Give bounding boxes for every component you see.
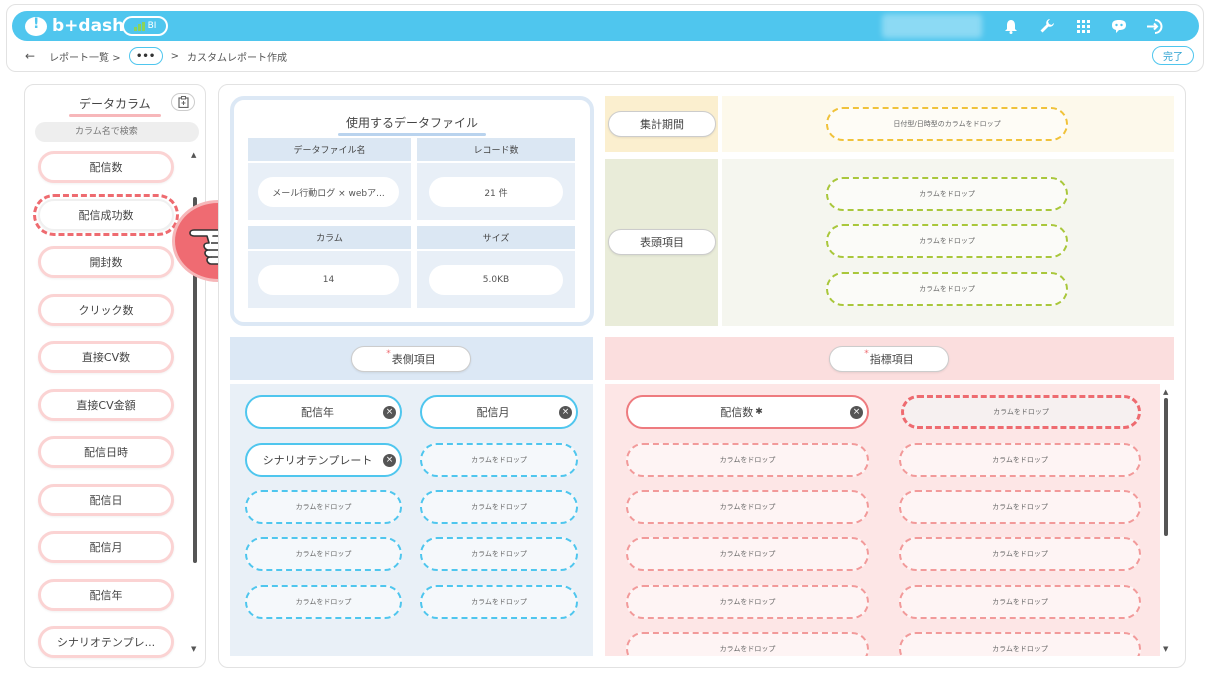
data-file-title-wrap: 使用するデータファイル: [234, 114, 590, 131]
breadcrumb-current: カスタムレポート作成: [187, 52, 288, 64]
gear-icon[interactable]: ✱: [755, 407, 763, 417]
column-count-header: カラム: [248, 226, 411, 249]
remove-icon[interactable]: ×: [383, 406, 396, 419]
logo-text: b+dash: [52, 16, 125, 36]
metric-chip[interactable]: 配信数 ✱ ×: [626, 395, 869, 429]
metric-drop-zone[interactable]: カラムをドロップ: [626, 443, 869, 477]
row-drop-zone[interactable]: カラムをドロップ: [420, 585, 578, 619]
logo[interactable]: b+dash: [25, 15, 124, 37]
metric-items-drop-area: 配信数 ✱ × カラムをドロップ カラムをドロップ カラムをドロップ カラムをド…: [605, 384, 1160, 656]
logo-bubble-icon: [25, 16, 47, 36]
data-file-title: 使用するデータファイル: [340, 116, 484, 133]
metric-drop-zone[interactable]: カラムをドロップ: [626, 537, 869, 571]
column-count-value: 14: [258, 265, 399, 295]
remove-icon[interactable]: ×: [850, 406, 863, 419]
back-arrow-icon[interactable]: ←: [25, 49, 35, 63]
period-drop-zone[interactable]: 日付型/日時型のカラムをドロップ: [826, 107, 1068, 141]
data-column-title: データカラム: [69, 95, 161, 117]
chat-bot-icon[interactable]: [1101, 19, 1137, 34]
metric-drop-zone[interactable]: カラムをドロップ: [626, 632, 869, 656]
row-chip-label: 配信月: [476, 406, 510, 419]
row-drop-zone[interactable]: カラムをドロップ: [420, 537, 578, 571]
metric-drop-zone-highlighted[interactable]: カラムをドロップ: [901, 395, 1141, 429]
breadcrumb-separator: >: [170, 50, 180, 62]
column-item[interactable]: 直接CV数: [38, 341, 174, 373]
column-item[interactable]: 配信年: [38, 579, 174, 611]
top-navigation-bar: b+dash BI: [12, 11, 1199, 41]
grid-icon[interactable]: [1065, 19, 1101, 33]
data-file-name-value: メール行動ログ × webア...: [258, 177, 399, 207]
done-button[interactable]: 完了: [1152, 46, 1194, 65]
scroll-down-arrow-icon[interactable]: ▼: [191, 645, 196, 653]
column-item[interactable]: 開封数: [38, 246, 174, 278]
record-count-value: 21 件: [429, 177, 563, 207]
header-items-label: 表頭項目: [608, 229, 716, 255]
metric-drop-zone[interactable]: カラムをドロップ: [626, 585, 869, 619]
required-mark: *: [864, 349, 869, 359]
period-label: 集計期間: [608, 111, 716, 137]
remove-icon[interactable]: ×: [559, 406, 572, 419]
metric-drop-zone[interactable]: カラムをドロップ: [899, 490, 1141, 524]
scroll-up-arrow-icon[interactable]: ▲: [1163, 388, 1168, 396]
bi-badge-label: BI: [147, 21, 157, 31]
column-item[interactable]: 配信成功数: [33, 194, 179, 236]
metric-drop-zone[interactable]: カラムをドロップ: [899, 632, 1141, 656]
row-items-label-text: 表側項目: [391, 353, 436, 366]
scroll-up-arrow-icon[interactable]: ▲: [191, 151, 196, 159]
bar-chart-icon: [133, 21, 145, 31]
row-drop-zone[interactable]: カラムをドロップ: [245, 490, 402, 524]
metric-drop-zone[interactable]: カラムをドロップ: [899, 537, 1141, 571]
metric-items-label: * 指標項目: [829, 346, 949, 372]
record-count-header: レコード数: [417, 138, 575, 161]
required-mark: *: [386, 349, 391, 359]
row-drop-zone[interactable]: カラムをドロップ: [245, 585, 402, 619]
column-item[interactable]: シナリオテンプレ...: [38, 626, 174, 658]
logout-icon[interactable]: [1137, 18, 1173, 34]
row-chip[interactable]: 配信月 ×: [420, 395, 578, 429]
row-drop-zone[interactable]: カラムをドロップ: [420, 443, 578, 477]
breadcrumb: ← レポート一覧 > ••• > カスタムレポート作成: [25, 46, 287, 66]
column-item[interactable]: 配信月: [38, 531, 174, 563]
data-column-panel: データカラム 配信数配信成功数開封数クリック数直接CV数直接CV金額配信日時配信…: [24, 84, 206, 668]
column-item[interactable]: 配信日: [38, 484, 174, 516]
metric-scrollbar[interactable]: [1164, 398, 1168, 536]
remove-icon[interactable]: ×: [383, 454, 396, 467]
metric-chip-label: 配信数: [720, 406, 754, 419]
file-size-value: 5.0KB: [429, 265, 563, 295]
column-item[interactable]: 配信日時: [38, 436, 174, 468]
file-size-header: サイズ: [417, 226, 575, 249]
metric-drop-zone[interactable]: カラムをドロップ: [899, 585, 1141, 619]
row-drop-zone[interactable]: カラムをドロップ: [245, 537, 402, 571]
column-item[interactable]: 直接CV金額: [38, 389, 174, 421]
user-info-blurred[interactable]: [882, 14, 982, 38]
header-drop-zone[interactable]: カラムをドロップ: [826, 177, 1068, 211]
metric-drop-zone[interactable]: カラムをドロップ: [626, 490, 869, 524]
row-chip[interactable]: 配信年 ×: [245, 395, 402, 429]
data-file-name-header: データファイル名: [248, 138, 411, 161]
row-chip-label: 配信年: [301, 406, 334, 419]
bi-badge[interactable]: BI: [122, 16, 168, 36]
breadcrumb-report-list[interactable]: レポート一覧 >: [49, 49, 121, 64]
header-icons: [993, 11, 1173, 41]
column-item[interactable]: 配信数: [38, 151, 174, 183]
row-chip[interactable]: シナリオテンプレート ×: [245, 443, 402, 477]
clipboard-icon[interactable]: [171, 93, 195, 111]
scroll-down-arrow-icon[interactable]: ▼: [1163, 645, 1168, 653]
row-items-label: * 表側項目: [351, 346, 471, 372]
breadcrumb-more-button[interactable]: •••: [128, 47, 163, 65]
metric-items-label-text: 指標項目: [869, 353, 914, 366]
row-drop-zone[interactable]: カラムをドロップ: [420, 490, 578, 524]
header-drop-zone[interactable]: カラムをドロップ: [826, 272, 1068, 306]
row-chip-label: シナリオテンプレート: [262, 454, 373, 467]
column-item[interactable]: クリック数: [38, 294, 174, 326]
wrench-icon[interactable]: [1029, 18, 1065, 34]
metric-drop-zone[interactable]: カラムをドロップ: [899, 443, 1141, 477]
bell-icon[interactable]: [993, 19, 1029, 34]
header-drop-zone[interactable]: カラムをドロップ: [826, 224, 1068, 258]
column-search-input[interactable]: [35, 122, 199, 142]
